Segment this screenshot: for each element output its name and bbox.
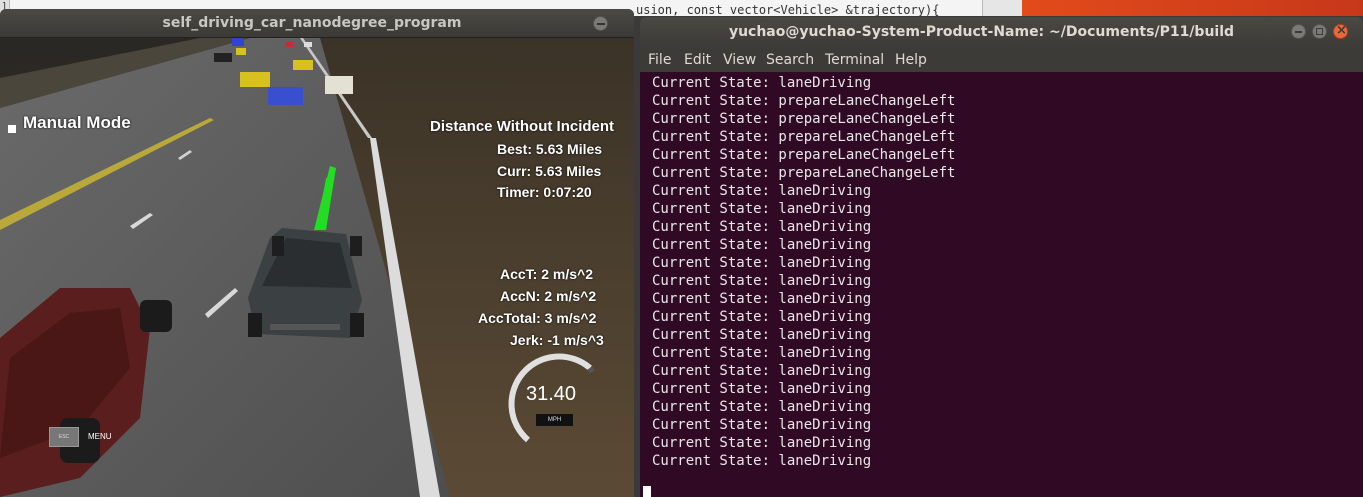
speed-unit: MPH xyxy=(536,414,573,426)
terminal-cursor xyxy=(643,486,651,497)
menu-file[interactable]: File xyxy=(648,52,671,68)
terminal-line: Current State: prepareLaneChangeLeft xyxy=(652,93,956,109)
simulator-window[interactable]: self_driving_car_nanodegree_program Manu… xyxy=(0,9,634,497)
terminal-line: Current State: laneDriving xyxy=(652,399,872,415)
terminal-line: Current State: laneDriving xyxy=(652,381,872,397)
terminal-line: Current State: laneDriving xyxy=(652,237,872,253)
editor-code-line: usion, const vector<Vehicle> &trajectory… xyxy=(636,3,940,16)
terminal-line: Current State: laneDriving xyxy=(652,327,872,343)
terminal-line: Current State: prepareLaneChangeLeft xyxy=(652,129,956,145)
terminal-line: Current State: laneDriving xyxy=(652,255,872,271)
terminal-line: Current State: laneDriving xyxy=(652,219,872,235)
distance-title: Distance Without Incident xyxy=(430,118,615,135)
acc-t: AccT: 2 m/s^2 xyxy=(500,266,593,282)
terminal-line: Current State: laneDriving xyxy=(652,345,872,361)
terminal-line: Current State: laneDriving xyxy=(652,417,872,433)
terminal-line: Current State: prepareLaneChangeLeft xyxy=(652,147,956,163)
simulator-titlebar[interactable]: self_driving_car_nanodegree_program xyxy=(0,9,634,38)
speedometer-value: 31.40 xyxy=(526,383,577,405)
minimize-button[interactable] xyxy=(1291,24,1306,39)
acc-n: AccN: 2 m/s^2 xyxy=(500,288,597,304)
current-distance: Curr: 5.63 Miles xyxy=(497,163,602,179)
menu-edit[interactable]: Edit xyxy=(684,52,711,68)
best-distance: Best: 5.63 Miles xyxy=(497,141,603,157)
manual-mode-toggle-icon[interactable] xyxy=(8,125,16,133)
terminal-line: Current State: laneDriving xyxy=(652,291,872,307)
menu-help[interactable]: Help xyxy=(895,52,927,68)
terminal-menubar: File Edit View Search Terminal Help xyxy=(640,47,1363,72)
jerk: Jerk: -1 m/s^3 xyxy=(510,332,604,348)
terminal-line: Current State: laneDriving xyxy=(652,75,872,91)
timer: Timer: 0:07:20 xyxy=(497,184,592,200)
manual-mode-label[interactable]: Manual Mode xyxy=(23,113,131,133)
terminal-output[interactable]: Current State: laneDriving Current State… xyxy=(652,74,1352,470)
terminal-line: Current State: prepareLaneChangeLeft xyxy=(652,165,956,181)
terminal-line: Current State: laneDriving xyxy=(652,201,872,217)
simulator-window-title: self_driving_car_nanodegree_program xyxy=(162,15,462,31)
terminal-line: Current State: laneDriving xyxy=(652,273,872,289)
terminal-window[interactable]: yuchao@yuchao-System-Product-Name: ~/Doc… xyxy=(640,17,1363,497)
terminal-line: Current State: laneDriving xyxy=(652,183,872,199)
terminal-line: Current State: laneDriving xyxy=(652,363,872,379)
simulator-close-button[interactable] xyxy=(593,16,608,31)
editor-button[interactable] xyxy=(982,0,1022,16)
esc-button[interactable]: ESC xyxy=(49,427,79,447)
acc-total: AccTotal: 3 m/s^2 xyxy=(478,310,597,326)
terminal-line: Current State: laneDriving xyxy=(652,435,872,451)
terminal-line: Current State: laneDriving xyxy=(652,453,872,469)
menu-search[interactable]: Search xyxy=(766,52,814,68)
close-button[interactable] xyxy=(1333,23,1348,39)
terminal-titlebar[interactable]: yuchao@yuchao-System-Product-Name: ~/Doc… xyxy=(640,17,1363,47)
editor-orange-panel xyxy=(1022,0,1363,16)
menu-label[interactable]: MENU xyxy=(88,432,112,441)
terminal-line: Current State: laneDriving xyxy=(652,309,872,325)
terminal-window-title: yuchao@yuchao-System-Product-Name: ~/Doc… xyxy=(728,24,1235,40)
maximize-button[interactable] xyxy=(1312,24,1327,39)
menu-terminal[interactable]: Terminal xyxy=(825,52,884,68)
terminal-line: Current State: prepareLaneChangeLeft xyxy=(652,111,956,127)
menu-view[interactable]: View xyxy=(723,52,756,68)
